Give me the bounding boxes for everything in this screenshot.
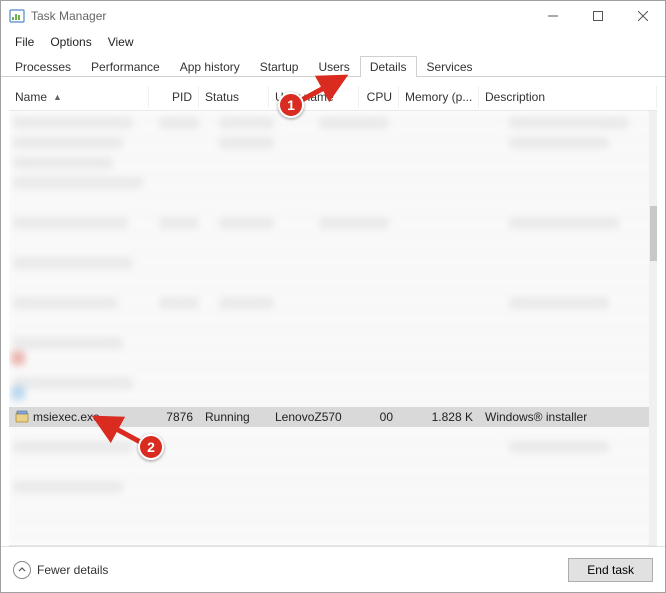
annotation-callout-1: 1 <box>278 92 304 118</box>
chevron-up-icon <box>13 561 31 579</box>
footer-bar: Fewer details End task <box>1 546 665 592</box>
menu-file[interactable]: File <box>7 33 42 51</box>
tab-services[interactable]: Services <box>417 56 483 77</box>
sort-ascending-icon: ▲ <box>53 92 62 102</box>
annotation-arrow-1 <box>296 73 350 105</box>
app-icon <box>9 8 25 24</box>
cell-memory: 1.828 K <box>399 410 479 424</box>
tab-performance[interactable]: Performance <box>81 56 170 77</box>
fewer-details-label: Fewer details <box>37 563 108 577</box>
menu-options[interactable]: Options <box>42 33 99 51</box>
annotation-callout-2: 2 <box>138 434 164 460</box>
scrollbar-track[interactable] <box>649 111 657 545</box>
menu-bar: File Options View <box>1 31 665 53</box>
column-header-name-label: Name <box>15 90 47 104</box>
column-header-memory[interactable]: Memory (p... <box>399 86 479 108</box>
maximize-button[interactable] <box>575 1 620 31</box>
menu-view[interactable]: View <box>100 33 142 51</box>
tab-app-history[interactable]: App history <box>170 56 250 77</box>
title-bar: Task Manager <box>1 1 665 31</box>
tab-processes[interactable]: Processes <box>5 56 81 77</box>
column-header-description[interactable]: Description <box>479 86 657 108</box>
cell-status: Running <box>199 410 269 424</box>
column-header-name[interactable]: Name ▲ <box>9 86 149 108</box>
window-title: Task Manager <box>31 9 530 23</box>
details-table[interactable]: msiexec.exe 7876 Running LenovoZ570 00 1… <box>9 111 657 546</box>
cell-description: Windows® installer <box>479 410 657 424</box>
task-manager-window: Task Manager File Options View Processes… <box>0 0 666 593</box>
column-header-status[interactable]: Status <box>199 86 269 108</box>
fewer-details-button[interactable]: Fewer details <box>13 561 108 579</box>
cell-user: LenovoZ570 <box>269 410 359 424</box>
column-header-cpu[interactable]: CPU <box>359 86 399 108</box>
blurred-rows <box>9 111 657 545</box>
cell-pid: 7876 <box>149 410 199 424</box>
minimize-button[interactable] <box>530 1 575 31</box>
scrollbar-thumb[interactable] <box>650 206 657 261</box>
end-task-button[interactable]: End task <box>568 558 653 582</box>
column-header-pid[interactable]: PID <box>149 86 199 108</box>
close-button[interactable] <box>620 1 665 31</box>
msiexec-icon <box>15 410 29 424</box>
tab-details[interactable]: Details <box>360 56 417 77</box>
cell-cpu: 00 <box>359 410 399 424</box>
